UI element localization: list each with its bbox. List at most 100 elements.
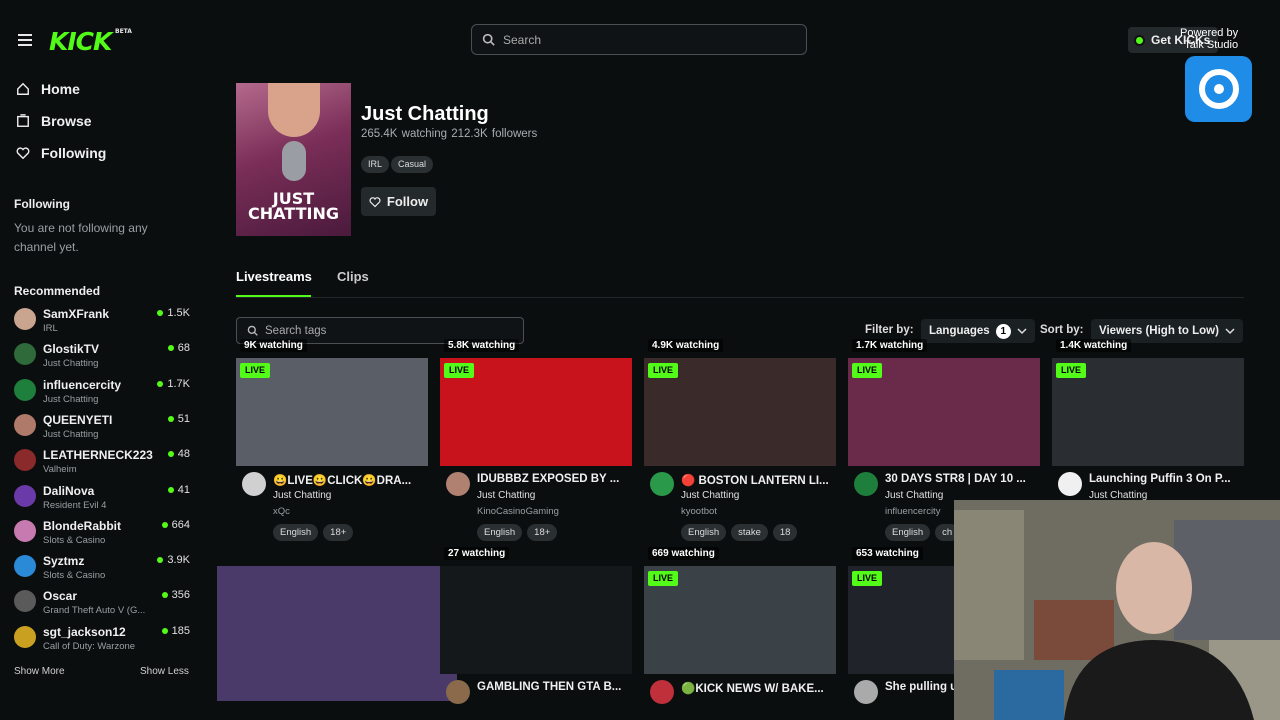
heart-icon <box>16 147 30 160</box>
sidebar-channel-leatherneck223[interactable]: LEATHERNECK223 Valheim 48 <box>14 448 190 482</box>
live-badge: LIVE <box>648 363 679 378</box>
follow-button[interactable]: Follow <box>361 187 436 216</box>
sidebar-channel-sgt_jackson12[interactable]: sgt_jackson12 Call of Duty: Warzone 185 <box>14 625 190 659</box>
sidebar-channel-samxfrank[interactable]: SamXFrank IRL 1.5K <box>14 307 190 341</box>
stream-title[interactable]: 🔴 BOSTON LANTERN LI... <box>681 473 833 487</box>
avatar[interactable] <box>446 680 470 704</box>
sidebar-channel-dalinova[interactable]: DaliNova Resident Evil 4 41 <box>14 484 190 518</box>
stream-tag[interactable]: 18 <box>772 524 798 541</box>
avatar[interactable] <box>650 680 674 704</box>
category-stats: 265.4K watching 212.3K followers <box>361 128 538 140</box>
stream-category[interactable]: Just Chatting <box>477 490 535 501</box>
stream-tags: English 18+ <box>477 524 562 541</box>
chevron-down-icon <box>1017 328 1027 335</box>
sort-by-label: Sort by: <box>1040 324 1084 336</box>
sidebar-channel-blonderabbit[interactable]: BlondeRabbit Slots & Casino 664 <box>14 519 190 553</box>
channel-name: GlostikTV <box>43 342 100 357</box>
sidebar-channel-syztmz[interactable]: Syztmz Slots & Casino 3.9K <box>14 554 190 588</box>
avatar <box>14 625 36 648</box>
menu-icon[interactable] <box>18 34 32 46</box>
nav-following[interactable]: Following <box>16 145 106 161</box>
viewer-count: 3.9K <box>157 554 190 566</box>
avatar[interactable] <box>854 680 878 704</box>
stream-tag[interactable]: English <box>885 524 931 541</box>
stream-username[interactable]: KinoCasinoGaming <box>477 506 559 517</box>
nav-home[interactable]: Home <box>16 81 80 97</box>
stream-title[interactable]: 30 DAYS STR8 | DAY 10 ... <box>885 473 1037 485</box>
stream-tag[interactable]: English <box>273 524 319 541</box>
stream-thumbnail[interactable] <box>440 566 632 674</box>
stream-title[interactable]: GAMBLING THEN GTA B... <box>477 681 629 693</box>
stream-tag[interactable]: 18+ <box>323 524 354 541</box>
stream-title[interactable]: IDUBBBZ EXPOSED BY ... <box>477 473 629 485</box>
sidebar-channel-glostiktv[interactable]: GlostikTV Just Chatting 68 <box>14 342 190 376</box>
overlay-line-1: Powered by <box>1180 27 1239 39</box>
show-less-button[interactable]: Show Less <box>140 666 189 677</box>
category-tag-casual[interactable]: Casual <box>391 156 434 173</box>
avatar[interactable] <box>650 472 674 496</box>
following-empty-note: You are not following any channel yet. <box>14 221 148 254</box>
sort-value: Viewers (High to Low) <box>1099 325 1219 337</box>
live-badge: LIVE <box>240 363 271 378</box>
watching-count: 27 watching <box>444 547 510 560</box>
watching-count: 4.9K watching <box>648 339 724 352</box>
nav-home-label: Home <box>41 81 80 97</box>
viewer-count: 1.7K <box>157 378 190 390</box>
tab-active-indicator <box>236 295 311 297</box>
nav-browse-label: Browse <box>41 113 92 129</box>
sidebar-channel-influencercity[interactable]: influencercity Just Chatting 1.7K <box>14 378 190 412</box>
stream-tag[interactable]: 18+ <box>527 524 558 541</box>
avatar <box>14 378 36 401</box>
avatar[interactable] <box>446 472 470 496</box>
avatar <box>14 590 36 613</box>
kick-logo[interactable]: KICK BETA <box>49 27 132 56</box>
stream-tag[interactable]: stake <box>731 524 768 541</box>
live-badge: LIVE <box>444 363 475 378</box>
stream-username[interactable]: influencercity <box>885 506 940 517</box>
stream-username[interactable]: kyootbot <box>681 506 717 517</box>
nav-following-label: Following <box>41 145 107 161</box>
stream-category[interactable]: Just Chatting <box>885 490 943 501</box>
stream-title[interactable]: Launching Puffin 3 On P... <box>1089 473 1241 485</box>
channel-category: Slots & Casino <box>43 534 106 546</box>
category-tag-irl[interactable]: IRL <box>361 156 390 173</box>
stream-tags: English ch <box>885 524 964 541</box>
avatar <box>14 555 36 578</box>
stream-tag[interactable]: English <box>477 524 523 541</box>
stream-category[interactable]: Just Chatting <box>273 490 331 501</box>
show-more-button[interactable]: Show More <box>14 666 65 677</box>
stream-title[interactable]: 🟢KICK NEWS W/ BAKE... <box>681 681 833 695</box>
sidebar-channel-oscar[interactable]: Oscar Grand Theft Auto V (G... 356 <box>14 589 190 623</box>
stream-title[interactable]: 😀LIVE😀CLICK😀DRA... <box>273 473 425 487</box>
avatar[interactable] <box>1058 472 1082 496</box>
stream-tag[interactable]: English <box>681 524 727 541</box>
tab-livestreams[interactable]: Livestreams <box>236 269 312 284</box>
viewer-count: 356 <box>162 589 190 601</box>
channel-category: Slots & Casino <box>43 570 106 582</box>
sidebar-channel-queenyeti[interactable]: QUEENYETI Just Chatting 51 <box>14 413 190 447</box>
languages-dropdown[interactable]: Languages 1 <box>921 319 1035 343</box>
search-bar[interactable] <box>471 24 807 55</box>
channel-category: Just Chatting <box>43 393 99 405</box>
avatar[interactable] <box>854 472 878 496</box>
stream-category[interactable]: Just Chatting <box>681 490 739 501</box>
stream-thumbnail[interactable] <box>217 566 457 701</box>
category-cover: JUST CHATTING <box>236 83 351 236</box>
stream-username[interactable]: xQc <box>273 506 290 517</box>
watching-count: 1.4K watching <box>1056 339 1132 352</box>
viewer-count: 664 <box>162 519 190 531</box>
talk-studio-icon[interactable] <box>1185 56 1252 122</box>
avatar[interactable] <box>242 472 266 496</box>
search-input[interactable] <box>503 32 763 47</box>
channel-category: IRL <box>43 323 58 334</box>
avatar <box>14 449 36 472</box>
channel-name: influencercity <box>43 377 122 392</box>
tab-clips[interactable]: Clips <box>337 269 369 284</box>
nav-browse[interactable]: Browse <box>16 113 92 129</box>
watching-count: 5.8K watching <box>444 339 520 352</box>
heart-icon <box>369 196 381 207</box>
languages-count-badge: 1 <box>995 323 1011 339</box>
watching-count: 1.7K watching <box>852 339 928 352</box>
tag-search-input[interactable] <box>265 324 505 337</box>
cover-text: JUST CHATTING <box>248 189 339 223</box>
